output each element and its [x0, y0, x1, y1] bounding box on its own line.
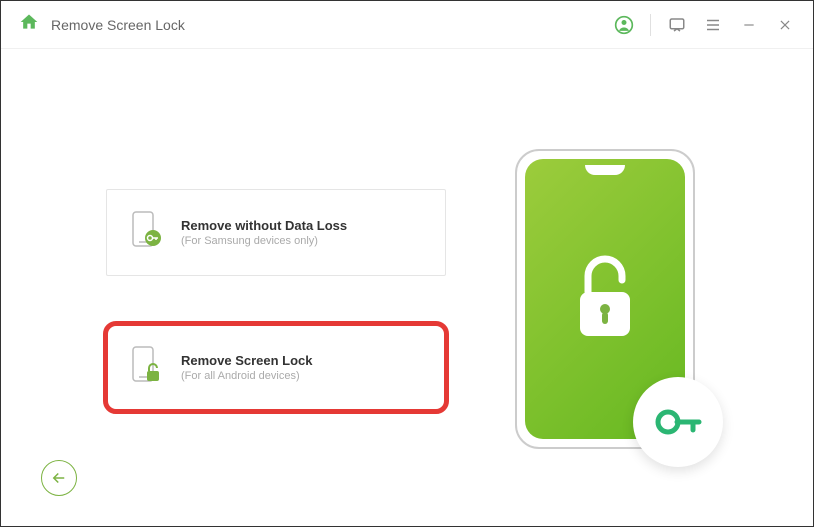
unlock-icon [570, 254, 640, 344]
options-list: Remove without Data Loss (For Samsung de… [106, 189, 446, 526]
option-remove-without-data-loss[interactable]: Remove without Data Loss (For Samsung de… [106, 189, 446, 276]
key-badge [633, 377, 723, 467]
home-icon[interactable] [19, 12, 39, 37]
option-text: Remove Screen Lock (For all Android devi… [181, 353, 313, 382]
feedback-icon[interactable] [667, 15, 687, 35]
option-subtitle: (For Samsung devices only) [181, 235, 347, 247]
close-button[interactable] [775, 15, 795, 35]
option-title: Remove without Data Loss [181, 218, 347, 233]
option-subtitle: (For all Android devices) [181, 370, 313, 382]
titlebar-controls [614, 14, 795, 36]
option-title: Remove Screen Lock [181, 353, 313, 368]
back-button[interactable] [41, 460, 77, 496]
option-text: Remove without Data Loss (For Samsung de… [181, 218, 347, 247]
minimize-button[interactable] [739, 15, 759, 35]
user-icon[interactable] [614, 15, 634, 35]
titlebar: Remove Screen Lock [1, 1, 813, 49]
page-title: Remove Screen Lock [51, 17, 185, 33]
separator [650, 14, 651, 36]
phone-notch [585, 165, 625, 175]
key-icon [653, 397, 703, 447]
menu-icon[interactable] [703, 15, 723, 35]
arrow-left-icon [50, 469, 68, 487]
phone-illustration [515, 149, 695, 449]
phone-illustration-area [446, 149, 763, 526]
phone-unlock-icon [129, 345, 163, 390]
phone-key-icon [129, 210, 163, 255]
main-content: Remove without Data Loss (For Samsung de… [1, 49, 813, 526]
option-remove-screen-lock[interactable]: Remove Screen Lock (For all Android devi… [106, 324, 446, 411]
